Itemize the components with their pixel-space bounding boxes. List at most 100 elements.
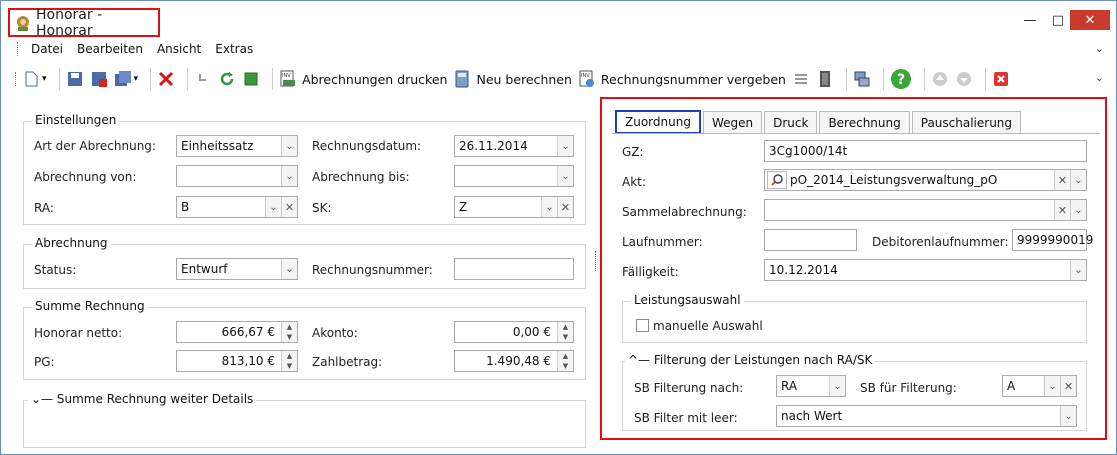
sbleer-select[interactable]: nach Wert ⌄ xyxy=(776,405,1077,427)
status-select[interactable]: Entwurf ⌄ xyxy=(176,258,298,280)
invno-input[interactable] xyxy=(454,258,574,280)
details-title[interactable]: ⌄— Summe Rechnung weiter Details xyxy=(28,392,257,406)
help-button[interactable]: ? xyxy=(890,65,912,93)
splitter-handle[interactable] xyxy=(595,251,598,271)
chevron-down-icon[interactable]: ⌄ xyxy=(281,166,297,186)
akt-select[interactable]: pO_2014_Leistungsverwaltung_pO ✕ ⌄ xyxy=(764,169,1087,191)
move-up-button[interactable] xyxy=(931,65,949,93)
green-square-button[interactable] xyxy=(242,65,260,93)
sbf-value: RA xyxy=(781,379,798,393)
faell-select[interactable]: 10.12.2014 ⌄ xyxy=(764,259,1087,281)
save-close-icon xyxy=(90,70,108,88)
spinner-icon[interactable]: ▲ ▼ xyxy=(557,351,573,371)
menu-bearbeiten[interactable]: Bearbeiten xyxy=(70,42,150,56)
tab-zuordnung[interactable]: Zuordnung xyxy=(615,110,701,134)
arrow-up-icon xyxy=(931,70,949,88)
rdate-label: Rechnungsdatum: xyxy=(312,139,422,153)
refresh-button[interactable] xyxy=(218,65,236,93)
pg-value: 813,10 € xyxy=(221,354,275,368)
menu-extras[interactable]: Extras xyxy=(208,42,260,56)
refresh-icon xyxy=(218,70,236,88)
rdate-select[interactable]: 26.11.2014 ⌄ xyxy=(454,135,574,157)
tab-pauschalierung[interactable]: Pauschalierung xyxy=(911,111,1022,133)
network-button[interactable] xyxy=(853,65,871,93)
clear-x-icon[interactable]: ✕ xyxy=(281,197,297,217)
spinner-icon[interactable]: ▲ ▼ xyxy=(557,322,573,342)
toolbar-overflow-chevron-icon[interactable]: ⌄ xyxy=(1095,71,1104,84)
filter-title[interactable]: ^— Filterung der Leistungen nach RA/SK xyxy=(625,353,876,367)
cancel-button[interactable] xyxy=(992,65,1010,93)
clear-x-icon[interactable]: ✕ xyxy=(557,197,573,217)
print-invoices-button[interactable]: INV Abrechnungen drucken xyxy=(279,65,447,93)
clear-x-icon[interactable]: ✕ xyxy=(1054,170,1070,190)
menu-overflow-chevron-icon[interactable]: ⌄ xyxy=(1095,42,1104,55)
chevron-down-icon[interactable]: ⌄ xyxy=(829,376,845,396)
sk-label: SK: xyxy=(312,201,332,215)
chevron-down-icon[interactable]: ⌄ xyxy=(1044,376,1060,396)
from-select[interactable]: ⌄ xyxy=(176,165,298,187)
print-invoices-label: Abrechnungen drucken xyxy=(302,71,448,87)
toolbar: ▾ ▾ INV Abrechnungen drucken Neu berechne… xyxy=(1,63,1116,95)
delete-button[interactable] xyxy=(157,65,175,93)
chevron-down-icon[interactable]: ⌄ xyxy=(281,259,297,279)
new-button[interactable]: ▾ xyxy=(22,65,47,93)
art-select[interactable]: Einheitssatz ⌄ xyxy=(176,135,298,157)
assign-invoice-number-label: Rechnungsnummer vergeben xyxy=(600,71,786,87)
minimize-button[interactable]: — xyxy=(1016,9,1044,31)
maximize-button[interactable]: □ xyxy=(1044,9,1072,31)
sk-select[interactable]: Z ⌄ ✕ xyxy=(454,196,574,218)
pg-input[interactable]: 813,10 € ▲ ▼ xyxy=(176,350,298,372)
deb-input[interactable]: 9999990019 xyxy=(1012,229,1093,251)
sbfor-select[interactable]: A ⌄ ✕ xyxy=(1002,375,1077,397)
door-button[interactable] xyxy=(816,65,834,93)
pay-input[interactable]: 1.490,48 € ▲ ▼ xyxy=(454,350,574,372)
list-button[interactable] xyxy=(792,65,810,93)
lauf-label: Laufnummer: xyxy=(622,235,703,249)
tab-berechnung[interactable]: Berechnung xyxy=(819,111,910,133)
status-value: Entwurf xyxy=(181,262,228,276)
chevron-down-icon[interactable]: ⌄ xyxy=(1070,170,1086,190)
search-icon[interactable] xyxy=(767,171,787,189)
menu-ansicht[interactable]: Ansicht xyxy=(150,42,208,56)
tab-wegen[interactable]: Wegen xyxy=(702,111,763,133)
chevron-down-icon[interactable]: ⌄ xyxy=(1070,200,1086,220)
save-close-button[interactable] xyxy=(90,65,108,93)
tab-divider xyxy=(612,133,1100,134)
chevron-down-icon[interactable]: ⌄ xyxy=(557,166,573,186)
net-value: 666,67 € xyxy=(221,325,275,339)
to-select[interactable]: ⌄ xyxy=(454,165,574,187)
lauf-input[interactable] xyxy=(764,229,857,251)
menu-grip xyxy=(17,42,20,56)
gz-input[interactable]: 3Cg1000/14t xyxy=(764,140,1087,162)
akonto-input[interactable]: 0,00 € ▲ ▼ xyxy=(454,321,574,343)
recalculate-button[interactable]: Neu berechnen xyxy=(453,65,572,93)
invno-label: Rechnungsnummer: xyxy=(312,263,433,277)
tab-druck[interactable]: Druck xyxy=(764,111,818,133)
chevron-down-icon[interactable]: ⌄ xyxy=(1070,260,1086,280)
spinner-icon[interactable]: ▲ ▼ xyxy=(281,322,297,342)
menu-bar: Datei Bearbeiten Ansicht Extras ⌄ xyxy=(1,39,1116,59)
list-icon xyxy=(792,70,810,88)
chevron-down-icon[interactable]: ⌄ xyxy=(1060,406,1076,426)
save-dropdown-icon[interactable]: ▾ xyxy=(134,74,139,84)
chevron-down-icon[interactable]: ⌄ xyxy=(281,136,297,156)
sbf-select[interactable]: RA ⌄ xyxy=(776,375,846,397)
menu-datei[interactable]: Datei xyxy=(24,42,70,56)
clear-x-icon[interactable]: ✕ xyxy=(1060,376,1076,396)
ra-select[interactable]: B ⌄ ✕ xyxy=(176,196,298,218)
undo-button[interactable] xyxy=(194,65,212,93)
chevron-down-icon[interactable]: ⌄ xyxy=(541,197,557,217)
manual-checkbox[interactable] xyxy=(636,319,649,332)
sammel-select[interactable]: ✕ ⌄ xyxy=(764,199,1087,221)
clear-x-icon[interactable]: ✕ xyxy=(1054,200,1070,220)
move-down-button[interactable] xyxy=(955,65,973,93)
assign-invoice-number-button[interactable]: INV Rechnungsnummer vergeben xyxy=(578,65,786,93)
close-button[interactable]: ✕ xyxy=(1070,10,1110,30)
save-as-button[interactable]: ▾ xyxy=(114,65,139,93)
chevron-down-icon[interactable]: ⌄ xyxy=(265,197,281,217)
spinner-icon[interactable]: ▲ ▼ xyxy=(281,351,297,371)
chevron-down-icon[interactable]: ⌄ xyxy=(557,136,573,156)
net-input[interactable]: 666,67 € ▲ ▼ xyxy=(176,321,298,343)
save-button[interactable] xyxy=(66,65,84,93)
new-dropdown-icon[interactable]: ▾ xyxy=(42,74,47,84)
